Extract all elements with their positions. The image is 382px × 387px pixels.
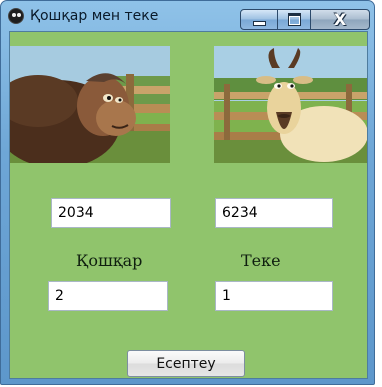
goat-count-input[interactable]: 1: [215, 281, 333, 311]
title-bar[interactable]: Қошқар мен теке X: [1, 1, 374, 31]
goat-label: Теке: [241, 251, 281, 270]
ram-total-input[interactable]: 2034: [51, 198, 171, 228]
goat-picture: [214, 46, 367, 163]
close-button[interactable]: X: [310, 9, 370, 30]
window-title: Қошқар мен теке: [30, 8, 159, 24]
maximize-icon: [287, 13, 301, 26]
minimize-button[interactable]: [240, 9, 278, 30]
ram-label: Қошқар: [76, 251, 143, 270]
calculate-button[interactable]: Есептеу: [127, 350, 245, 377]
maximize-button[interactable]: [277, 9, 311, 30]
ram-picture: [10, 46, 170, 163]
app-icon[interactable]: [8, 8, 24, 24]
goat-total-input[interactable]: 6234: [215, 198, 333, 228]
app-window: Қошқар мен теке X 2034 6234 Қошқар Теке …: [0, 0, 375, 385]
form-client-area: 2034 6234 Қошқар Теке 2 1 Есептеу: [9, 31, 368, 379]
minimize-icon: [252, 20, 266, 26]
ram-count-input[interactable]: 2: [48, 281, 168, 311]
close-icon: X: [333, 9, 347, 29]
caption-buttons: X: [238, 9, 372, 31]
